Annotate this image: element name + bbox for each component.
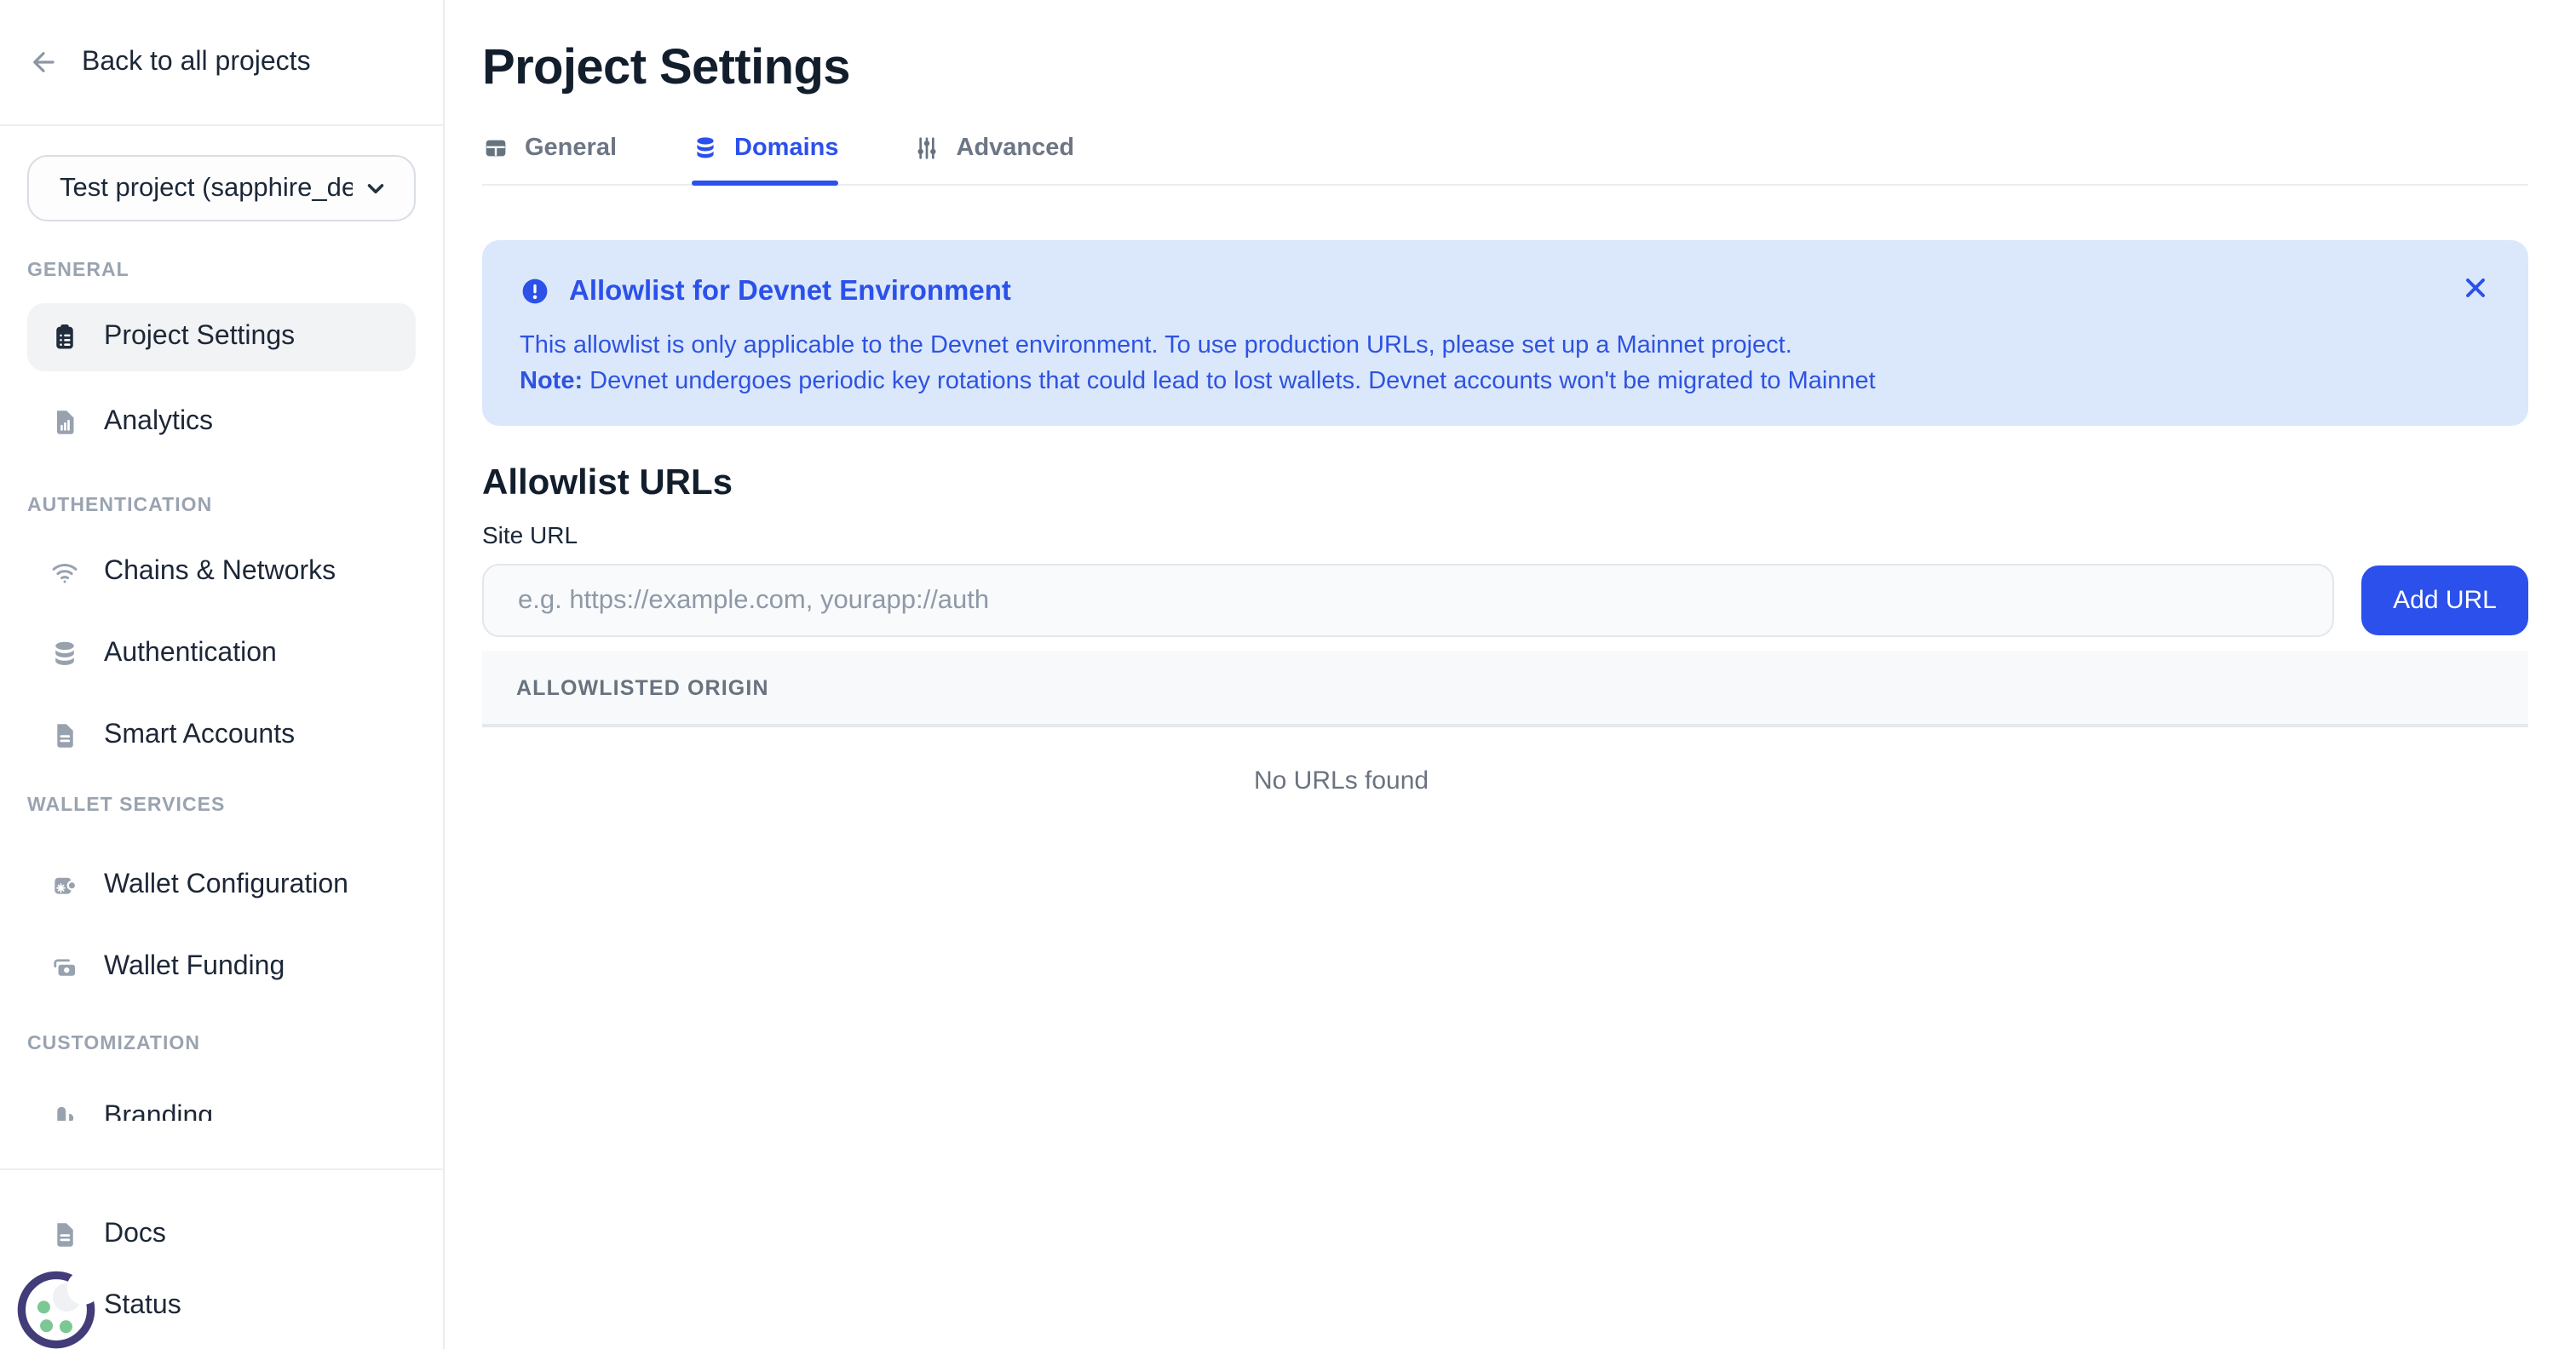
file-chart-icon bbox=[49, 407, 80, 438]
cookie-widget-icon[interactable] bbox=[14, 1267, 99, 1349]
site-url-input[interactable] bbox=[482, 564, 2334, 637]
sidebar-item-label: Wallet Funding bbox=[104, 952, 285, 983]
sidebar-item-label: Analytics bbox=[104, 407, 213, 438]
wifi-icon bbox=[49, 557, 80, 588]
sidebar-item-label: Docs bbox=[104, 1220, 166, 1250]
clipboard-icon bbox=[49, 322, 80, 353]
sidebar-item-wallet-funding[interactable]: Wallet Funding bbox=[27, 933, 416, 1002]
sidebar-item-authentication[interactable]: Authentication bbox=[27, 620, 416, 688]
banner-close-button[interactable] bbox=[2457, 269, 2494, 307]
tab-label: Domains bbox=[734, 135, 839, 162]
grid-icon bbox=[482, 135, 509, 162]
allowlist-urls-heading: Allowlist URLs bbox=[482, 463, 2528, 504]
add-url-button[interactable]: Add URL bbox=[2361, 565, 2528, 635]
sidebar-item-label: Status bbox=[104, 1291, 181, 1322]
sidebar-item-branding[interactable]: Branding bbox=[27, 1083, 416, 1121]
banner-note-label: Note: bbox=[520, 368, 583, 395]
sidebar-item-label: Branding bbox=[104, 1102, 213, 1121]
banner-title-row: Allowlist for Devnet Environment bbox=[520, 273, 2491, 310]
empty-state-text: No URLs found bbox=[1254, 766, 1429, 795]
back-to-projects-link[interactable]: Back to all projects bbox=[0, 0, 443, 126]
table-empty-state: No URLs found bbox=[482, 727, 2528, 881]
banner-title: Allowlist for Devnet Environment bbox=[569, 273, 1011, 310]
sidebar-item-label: Wallet Configuration bbox=[104, 870, 348, 901]
sidebar-item-label: Smart Accounts bbox=[104, 720, 295, 751]
alert-circle-icon bbox=[520, 276, 550, 307]
tab-advanced[interactable]: Advanced bbox=[914, 135, 1075, 184]
tab-label: General bbox=[525, 135, 617, 162]
banner-line2: Note: Devnet undergoes periodic key rota… bbox=[520, 365, 2491, 400]
main-content: Project Settings General Domains Advance… bbox=[445, 0, 2576, 1349]
arrow-left-icon bbox=[27, 46, 60, 78]
sidebar-item-smart-accounts[interactable]: Smart Accounts bbox=[27, 702, 416, 770]
project-selector-dropdown[interactable]: Test project (sapphire_de bbox=[27, 155, 416, 221]
sidebar-item-analytics[interactable]: Analytics bbox=[27, 388, 416, 456]
table-header-allowlisted-origin: ALLOWLISTED ORIGIN bbox=[482, 651, 2528, 727]
sidebar-item-label: Authentication bbox=[104, 639, 277, 669]
tab-label: Advanced bbox=[957, 135, 1075, 162]
chevron-down-icon bbox=[363, 175, 388, 201]
file-text-icon bbox=[49, 1220, 80, 1250]
tab-general[interactable]: General bbox=[482, 135, 617, 184]
sidebar-item-label: Project Settings bbox=[104, 322, 295, 353]
app-window: Back to all projects Test project (sapph… bbox=[0, 0, 2576, 1349]
sidebar-item-docs[interactable]: Docs bbox=[27, 1201, 416, 1269]
devnet-allowlist-banner: Allowlist for Devnet Environment This al… bbox=[482, 240, 2528, 426]
project-selector-value: Test project (sapphire_de bbox=[60, 173, 353, 204]
section-label-general: GENERAL bbox=[27, 259, 416, 283]
sliders-icon bbox=[914, 135, 941, 162]
close-icon bbox=[2460, 273, 2491, 303]
sidebar: Back to all projects Test project (sapph… bbox=[0, 0, 445, 1349]
add-url-row: Add URL bbox=[482, 564, 2528, 637]
sidebar-item-wallet-configuration[interactable]: Wallet Configuration bbox=[27, 852, 416, 920]
section-label-wallet-services: WALLET SERVICES bbox=[27, 794, 416, 818]
settings-tabs: General Domains Advanced bbox=[482, 135, 2528, 186]
sidebar-item-project-settings[interactable]: Project Settings bbox=[27, 303, 416, 371]
banner-note-text: Devnet undergoes periodic key rotations … bbox=[583, 368, 1876, 395]
tab-domains[interactable]: Domains bbox=[692, 135, 839, 184]
back-to-projects-label: Back to all projects bbox=[82, 47, 311, 77]
section-label-customization: CUSTOMIZATION bbox=[27, 1032, 416, 1056]
page-title: Project Settings bbox=[482, 41, 2528, 97]
file-text-icon bbox=[49, 720, 80, 751]
site-url-label: Site URL bbox=[482, 521, 2528, 548]
database-icon bbox=[49, 639, 80, 669]
sidebar-item-label: Chains & Networks bbox=[104, 557, 336, 588]
sidebar-item-chains-networks[interactable]: Chains & Networks bbox=[27, 538, 416, 606]
wallet-gear-icon bbox=[49, 870, 80, 901]
branding-icon bbox=[49, 1102, 80, 1121]
banner-line1: This allowlist is only applicable to the… bbox=[520, 329, 2491, 365]
section-label-authentication: AUTHENTICATION bbox=[27, 494, 416, 518]
banner-body: This allowlist is only applicable to the… bbox=[520, 329, 2491, 400]
database-icon bbox=[692, 135, 719, 162]
sidebar-nav: Test project (sapphire_de GENERAL Projec… bbox=[0, 126, 443, 1121]
cash-icon bbox=[49, 952, 80, 983]
allowlisted-origins-table: ALLOWLISTED ORIGIN No URLs found bbox=[482, 651, 2528, 881]
